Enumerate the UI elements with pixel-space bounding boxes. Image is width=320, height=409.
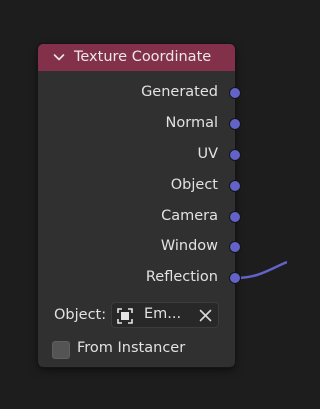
output-uv: UV	[38, 144, 240, 166]
object-property-label: Object:	[54, 307, 107, 323]
output-normal: Normal	[38, 113, 240, 135]
output-socket[interactable]	[230, 273, 240, 283]
output-socket[interactable]	[230, 242, 240, 252]
node-header[interactable]: Texture Coordinate	[38, 44, 235, 71]
output-label: Reflection	[145, 269, 218, 285]
node-title: Texture Coordinate	[74, 49, 212, 65]
output-label: Generated	[141, 84, 218, 100]
output-socket[interactable]	[230, 181, 240, 191]
from-instancer-label: From Instancer	[77, 340, 186, 356]
output-camera: Camera	[38, 206, 240, 228]
output-socket[interactable]	[230, 212, 240, 222]
node-editor-canvas[interactable]: Texture Coordinate Generated Normal UV O…	[0, 0, 287, 409]
output-label: Window	[160, 238, 218, 254]
output-window: Window	[38, 236, 240, 258]
object-field[interactable]: Em...	[111, 302, 219, 328]
close-icon[interactable]	[199, 309, 212, 322]
output-label: Camera	[161, 208, 218, 224]
output-object: Object	[38, 175, 240, 197]
from-instancer-checkbox[interactable]	[52, 341, 70, 359]
output-label: UV	[197, 146, 218, 162]
object-field-value: Em...	[144, 306, 182, 322]
texture-coordinate-node[interactable]: Texture Coordinate Generated Normal UV O…	[38, 44, 240, 367]
output-label: Normal	[165, 115, 218, 131]
output-reflection: Reflection	[38, 267, 240, 289]
output-label: Object	[170, 177, 218, 193]
output-socket[interactable]	[230, 119, 240, 129]
output-generated: Generated	[38, 82, 240, 104]
chevron-down-icon[interactable]	[53, 53, 65, 62]
empty-object-icon	[117, 308, 133, 324]
output-socket[interactable]	[230, 88, 240, 98]
output-socket[interactable]	[230, 150, 240, 160]
